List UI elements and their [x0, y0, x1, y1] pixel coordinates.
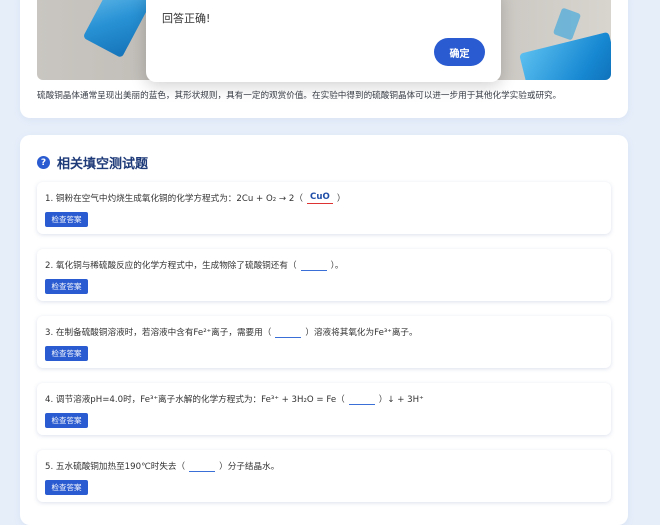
answer-blank[interactable]: [348, 393, 375, 405]
question-suffix: ）。: [330, 261, 344, 271]
question-suffix: ）: [336, 194, 346, 204]
answer-blank[interactable]: [275, 326, 302, 338]
question-suffix: ）↓ + 3H⁺: [378, 395, 424, 405]
question-prefix: 2. 氧化铜与稀硫酸反应的化学方程式中，生成物除了硫酸铜还有（: [45, 261, 297, 271]
question-text: 5. 五水硫酸铜加热至190℃时失去（ ）分子结晶水。: [45, 460, 279, 472]
section-title: 相关填空测试题: [57, 157, 149, 172]
check-answer-button[interactable]: 检查答案: [45, 212, 88, 227]
question-suffix: ）分子结晶水。: [219, 462, 280, 472]
check-answer-button[interactable]: 检查答案: [45, 480, 88, 495]
question-card: 2. 氧化铜与稀硫酸反应的化学方程式中，生成物除了硫酸铜还有（ ）。 检查答案: [37, 249, 611, 301]
crystal-shard: [552, 7, 582, 41]
question-prefix: 4. 调节溶液pH=4.0时，Fe³⁺离子水解的化学方程式为：Fe³⁺ + 3H…: [45, 395, 345, 405]
answer-blank[interactable]: [189, 460, 216, 472]
section-header: ? 相关填空测试题: [37, 153, 148, 172]
alert-dialog: 回答正确! 确定: [146, 0, 501, 82]
question-icon: ?: [37, 156, 50, 169]
question-card: 5. 五水硫酸铜加热至190℃时失去（ ）分子结晶水。 检查答案: [37, 450, 611, 502]
check-answer-button[interactable]: 检查答案: [45, 413, 88, 428]
check-answer-button[interactable]: 检查答案: [45, 279, 88, 294]
crystal-shard: [82, 0, 156, 59]
answer-blank[interactable]: CuO: [306, 192, 333, 204]
question-text: 1. 铜粉在空气中灼烧生成氧化铜的化学方程式为：2Cu + O₂ → 2（ Cu…: [45, 192, 346, 204]
question-prefix: 5. 五水硫酸铜加热至190℃时失去（: [45, 462, 186, 472]
dialog-message: 回答正确!: [162, 12, 211, 25]
question-suffix: ）溶液将其氧化为Fe³⁺离子。: [305, 328, 418, 338]
question-prefix: 1. 铜粉在空气中灼烧生成氧化铜的化学方程式为：2Cu + O₂ → 2（: [45, 194, 303, 204]
quiz-section: ? 相关填空测试题 1. 铜粉在空气中灼烧生成氧化铜的化学方程式为：2Cu + …: [20, 135, 628, 525]
question-card: 3. 在制备硫酸铜溶液时，若溶液中含有Fe²⁺离子，需要用（ ）溶液将其氧化为F…: [37, 316, 611, 368]
question-text: 4. 调节溶液pH=4.0时，Fe³⁺离子水解的化学方程式为：Fe³⁺ + 3H…: [45, 393, 424, 405]
question-card: 4. 调节溶液pH=4.0时，Fe³⁺离子水解的化学方程式为：Fe³⁺ + 3H…: [37, 383, 611, 435]
question-text: 2. 氧化铜与稀硫酸反应的化学方程式中，生成物除了硫酸铜还有（ ）。: [45, 259, 343, 271]
crystal-shard: [519, 31, 611, 80]
intro-caption: 硫酸铜晶体通常呈现出美丽的蓝色，其形状规则，具有一定的观赏价值。在实验中得到的硫…: [37, 91, 562, 101]
answer-blank[interactable]: [300, 259, 327, 271]
confirm-button[interactable]: 确定: [434, 38, 485, 66]
question-card: 1. 铜粉在空气中灼烧生成氧化铜的化学方程式为：2Cu + O₂ → 2（ Cu…: [37, 182, 611, 234]
question-prefix: 3. 在制备硫酸铜溶液时，若溶液中含有Fe²⁺离子，需要用（: [45, 328, 272, 338]
question-text: 3. 在制备硫酸铜溶液时，若溶液中含有Fe²⁺离子，需要用（ ）溶液将其氧化为F…: [45, 326, 418, 338]
check-answer-button[interactable]: 检查答案: [45, 346, 88, 361]
